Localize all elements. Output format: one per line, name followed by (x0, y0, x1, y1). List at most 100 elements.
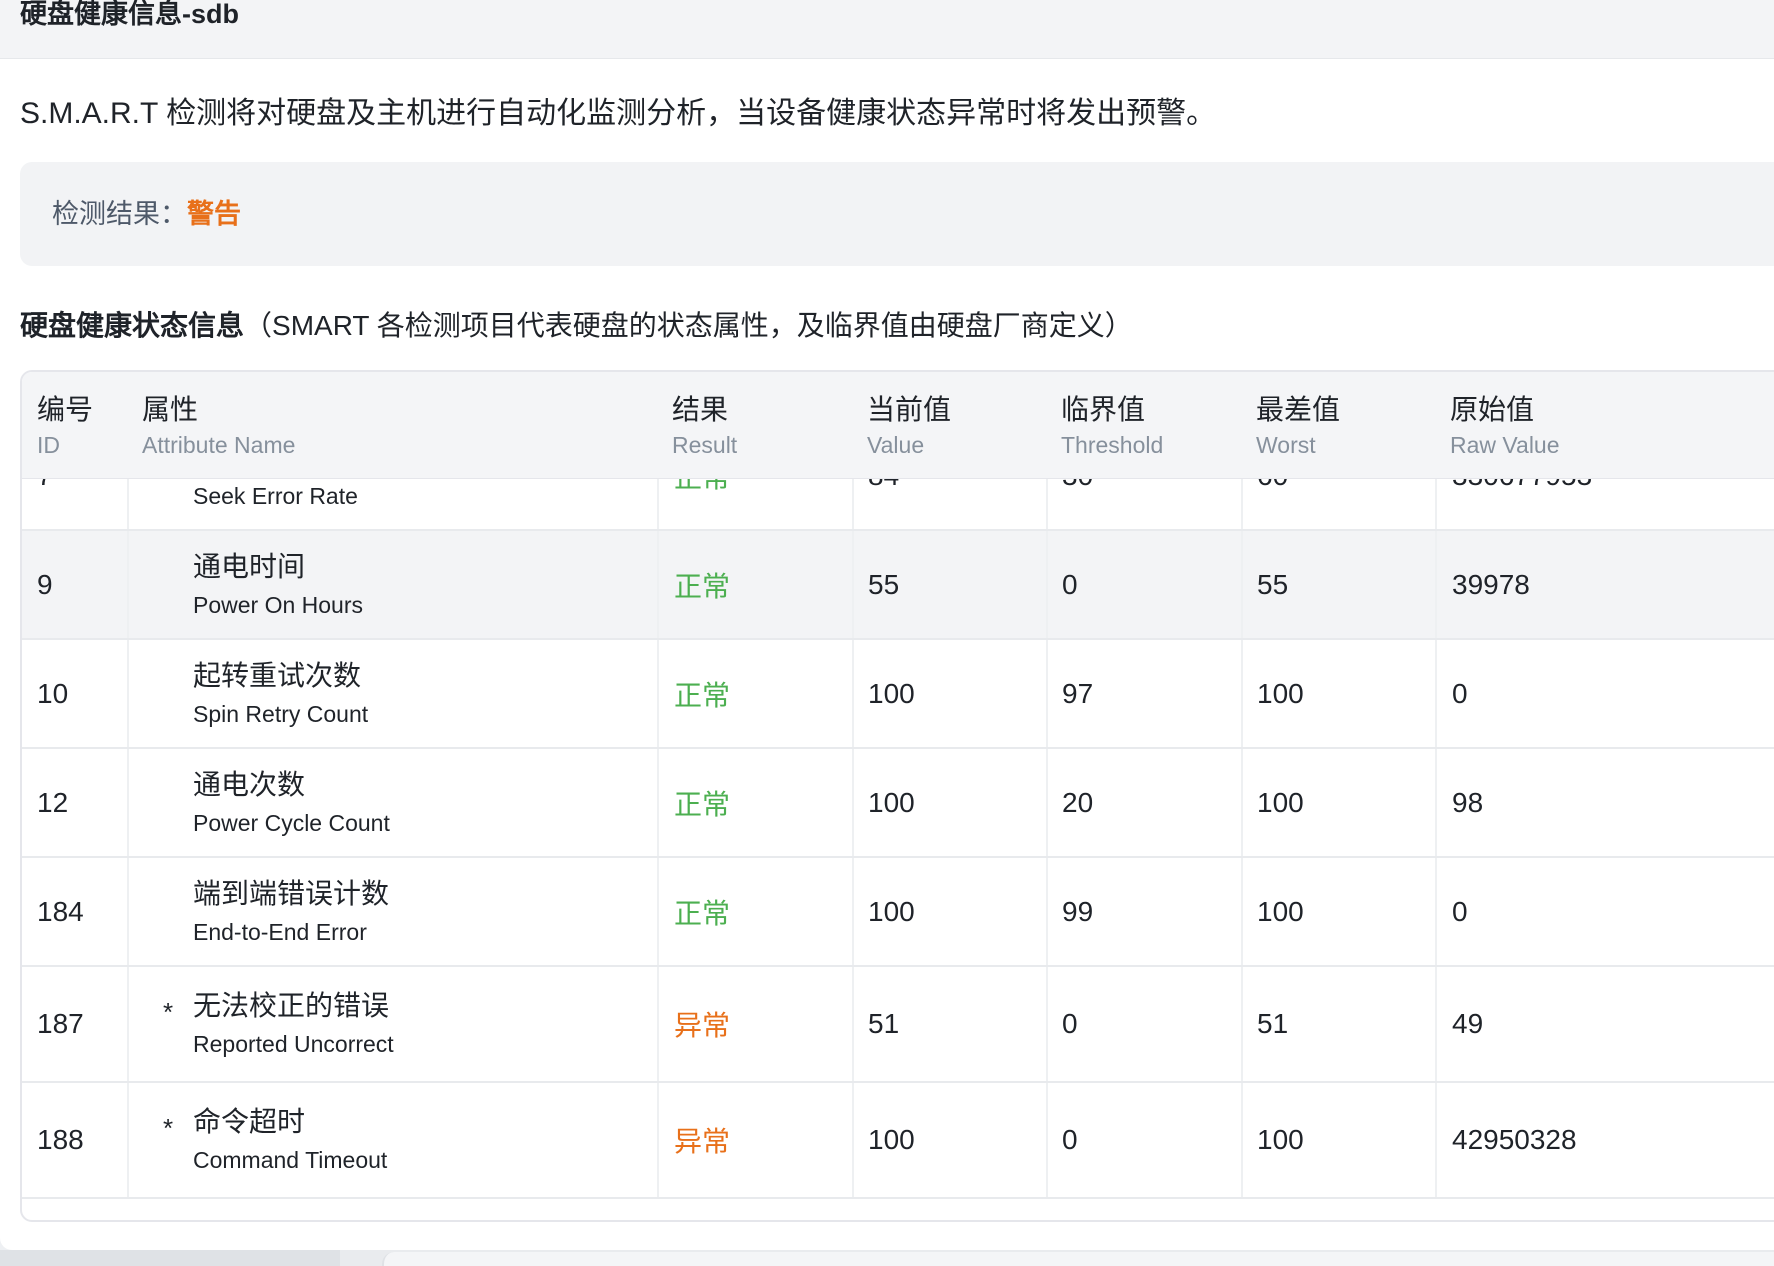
table-row[interactable]: 12 正常 100 20 100 98 通电次数 Power Cycle Count (22, 749, 1774, 858)
column-divider (852, 1083, 854, 1197)
column-divider (1435, 1083, 1437, 1197)
column-divider (1046, 749, 1048, 856)
cell-worst: 100 (1257, 895, 1304, 927)
column-header-en: Result (672, 432, 738, 458)
cell-value: 55 (868, 568, 900, 600)
column-divider (657, 531, 659, 638)
column-header-zh: 临界值 (1061, 394, 1146, 425)
column-divider (1241, 749, 1243, 856)
column-divider (1241, 967, 1243, 1081)
cell-id: 184 (37, 895, 84, 927)
column-divider (852, 640, 854, 747)
column-divider (852, 749, 854, 856)
column-divider (127, 967, 129, 1081)
column-divider (657, 640, 659, 747)
attribute-name-zh: 端到端错误计数 (193, 877, 390, 909)
column-divider (1435, 967, 1437, 1081)
attribute-name-en: Reported Uncorrect (193, 1031, 394, 1057)
table-header: 编号 ID 属性 Attribute Name 结果 Result 当前值 Va… (22, 372, 1774, 479)
table-row[interactable]: 7 正常 84 30 60 330677953 寻道错误率Seek Error Rate (22, 478, 1774, 531)
column-divider (852, 531, 854, 638)
column-divider (127, 858, 129, 965)
cell-id: 9 (37, 568, 53, 600)
critical-marker: * (163, 1113, 174, 1143)
attribute-name-zh: 无法校正的错误 (193, 990, 390, 1021)
attribute-name-en: Command Timeout (193, 1147, 388, 1173)
cell-threshold: 0 (1062, 1124, 1078, 1155)
column-divider (657, 478, 659, 529)
table-body[interactable]: 7 正常 84 30 60 330677953 寻道错误率Seek Error Rate 9 正… (22, 478, 1774, 1218)
cell-id: 188 (37, 1124, 84, 1155)
column-header-en: Value (867, 432, 925, 458)
cell-result: 异常 (674, 1010, 731, 1041)
cell-attribute: 无法校正的错误 Reported Uncorrect (193, 967, 394, 1081)
column-divider (127, 531, 129, 638)
disk-health-modal: 硬盘健康信息-sdb S.M.A.R.T 检测将对硬盘及主机进行自动化监测分析，… (0, 0, 1774, 1250)
cell-threshold: 20 (1062, 786, 1094, 818)
modal-header: 硬盘健康信息-sdb (0, 0, 1774, 59)
column-divider (1241, 531, 1243, 638)
column-header-en: Attribute Name (142, 432, 296, 458)
column-header-zh: 当前值 (867, 394, 952, 425)
cell-id: 7 (37, 478, 53, 529)
cell-raw: 0 (1452, 895, 1468, 927)
column-header-en: Threshold (1061, 432, 1164, 458)
cell-worst: 100 (1257, 786, 1304, 818)
background-strip (0, 1250, 1774, 1266)
cell-threshold: 0 (1062, 1008, 1078, 1039)
table-row[interactable]: 10 正常 100 97 100 0 起转重试次数 Spin Retry Count (22, 640, 1774, 749)
cell-raw: 42950328 (1452, 1124, 1577, 1155)
attribute-name-zh: 命令超时 (193, 1106, 306, 1137)
column-header-id: 编号 ID (37, 392, 93, 460)
cell-threshold: 99 (1062, 895, 1094, 927)
cell-raw: 98 (1452, 786, 1484, 818)
cell-value: 84 (868, 478, 899, 529)
cell-raw: 330677953 (1452, 478, 1592, 529)
attribute-name-en: End-to-End Error (193, 918, 367, 945)
cell-id: 12 (37, 786, 69, 818)
column-divider (1241, 858, 1243, 965)
critical-marker: * (163, 997, 174, 1027)
cell-threshold: 97 (1062, 677, 1094, 709)
section-title-main: 硬盘健康状态信息 (20, 310, 245, 341)
section-title-note: （SMART 各检测项目代表硬盘的状态属性，及临界值由硬盘厂商定义） (244, 310, 1133, 341)
table-row[interactable]: 187 异常 51 0 51 49 * 无法校正的错误 Reported Uncorrect (22, 967, 1774, 1083)
column-divider (1046, 640, 1048, 747)
column-divider (657, 967, 659, 1081)
cell-value: 100 (868, 895, 915, 927)
column-divider (1046, 478, 1048, 529)
attribute-name-en: Seek Error Rate (193, 482, 358, 509)
attribute-name-en: Spin Retry Count (193, 700, 369, 727)
column-divider (852, 478, 854, 529)
table-row[interactable]: 188 异常 100 0 100 42950328 * 命令超时 Command Timeout (22, 1083, 1774, 1199)
column-divider (1435, 749, 1437, 856)
column-divider (1241, 478, 1243, 529)
table-row[interactable]: 184 正常 100 99 100 0 端到端错误计数 End-to-End Error (22, 858, 1774, 967)
attribute-name-zh: 通电时间 (193, 550, 306, 582)
column-divider (127, 640, 129, 747)
cell-result: 异常 (674, 1126, 731, 1157)
cell-worst: 100 (1257, 1124, 1304, 1155)
column-divider (127, 1083, 129, 1197)
cell-worst: 100 (1257, 677, 1304, 709)
column-header-threshold: 临界值 Threshold (1061, 392, 1163, 460)
column-header-attribute: 属性 Attribute Name (142, 392, 295, 460)
column-divider (657, 1083, 659, 1197)
column-divider (1046, 531, 1048, 638)
cell-raw: 49 (1452, 1008, 1484, 1039)
column-header-zh: 属性 (142, 394, 199, 425)
cell-id: 187 (37, 1008, 84, 1039)
cell-worst: 60 (1257, 478, 1288, 529)
section-title: 硬盘健康状态信息（SMART 各检测项目代表硬盘的状态属性，及临界值由硬盘厂商定… (20, 306, 1133, 346)
column-divider (127, 478, 129, 529)
cell-value: 100 (868, 677, 915, 709)
attribute-name-zh: 通电次数 (193, 768, 306, 800)
cell-worst: 51 (1257, 1008, 1289, 1039)
column-divider (1241, 640, 1243, 747)
column-divider (657, 749, 659, 856)
column-divider (1046, 1083, 1048, 1197)
smart-attributes-table[interactable]: 编号 ID 属性 Attribute Name 结果 Result 当前值 Va… (20, 370, 1774, 1222)
detection-result-label: 检测结果： (52, 199, 187, 229)
cell-threshold: 0 (1062, 568, 1078, 600)
table-row[interactable]: 9 正常 55 0 55 39978 通电时间 Power On Hours (22, 531, 1774, 640)
